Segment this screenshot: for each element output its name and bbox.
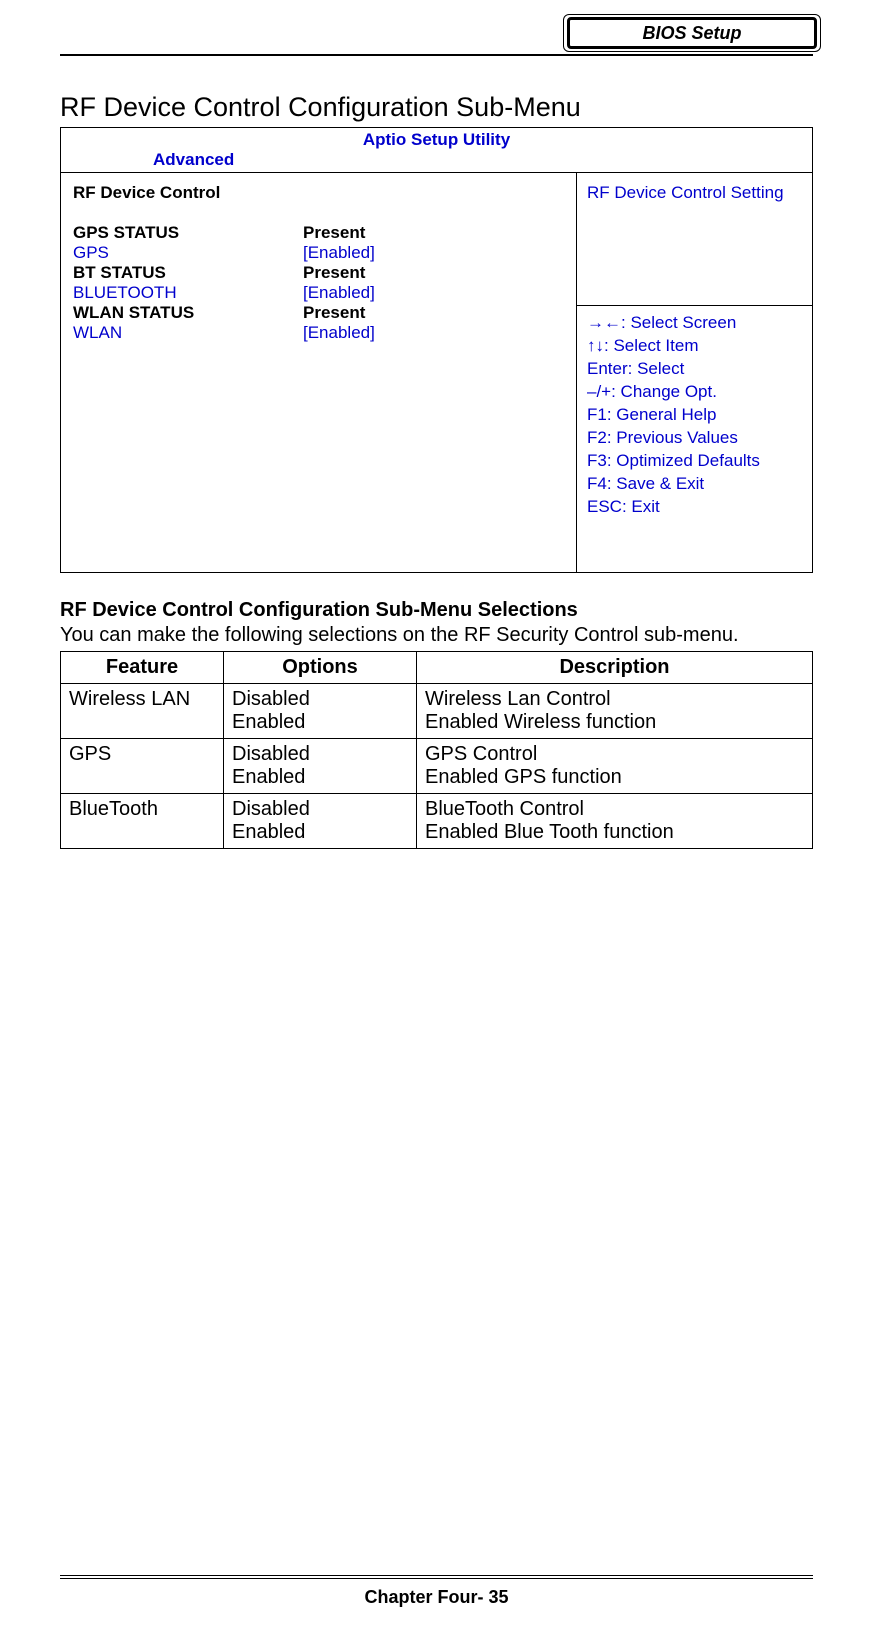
feature-cell: Wireless LAN: [61, 684, 224, 739]
table-row: BlueTooth Disabled Enabled BlueTooth Con…: [61, 794, 813, 849]
table-header-row: Feature Options Description: [61, 652, 813, 684]
description-item: BlueTooth Control: [425, 798, 804, 821]
bios-row-label[interactable]: BLUETOOTH: [73, 283, 303, 303]
key-hint: F3: Optimized Defaults: [587, 450, 802, 473]
description-item: Enabled GPS function: [425, 766, 804, 789]
chapter-badge: BIOS Setup: [563, 14, 821, 52]
bios-row-label: BT STATUS: [73, 263, 303, 283]
description-cell: Wireless Lan Control Enabled Wireless fu…: [417, 684, 813, 739]
page-bottom: Chapter Four- 35: [0, 1575, 873, 1608]
option-item: Disabled: [232, 688, 408, 711]
intro-text: You can make the following selections on…: [60, 624, 813, 647]
feature-cell: BlueTooth: [61, 794, 224, 849]
subsection-heading: RF Device Control Configuration Sub-Menu…: [60, 599, 813, 622]
option-item: Enabled: [232, 821, 408, 844]
page-footer: Chapter Four- 35: [0, 1587, 873, 1608]
options-cell: Disabled Enabled: [224, 794, 417, 849]
option-item: Disabled: [232, 743, 408, 766]
description-item: Wireless Lan Control: [425, 688, 804, 711]
key-hint: F4: Save & Exit: [587, 473, 802, 496]
description-item: GPS Control: [425, 743, 804, 766]
bios-row-label: GPS STATUS: [73, 223, 303, 243]
key-hint: F2: Previous Values: [587, 427, 802, 450]
bios-row-value[interactable]: [Enabled]: [303, 243, 375, 263]
table-header: Options: [224, 652, 417, 684]
table-row: Wireless LAN Disabled Enabled Wireless L…: [61, 684, 813, 739]
section-title: RF Device Control Configuration Sub-Menu: [60, 92, 813, 123]
bios-body: RF Device Control GPS STATUS Present GPS…: [61, 172, 812, 572]
bios-row-value: Present: [303, 303, 365, 323]
bios-row-label: WLAN STATUS: [73, 303, 303, 323]
description-item: Enabled Blue Tooth function: [425, 821, 804, 844]
bios-box: Aptio Setup Utility Advanced RF Device C…: [60, 127, 813, 573]
panel-heading: RF Device Control: [73, 183, 303, 203]
key-hint: →←: Select Screen: [587, 312, 802, 335]
bios-row-value: Present: [303, 223, 365, 243]
bios-keys: →←: Select Screen ↑↓: Select Item Enter:…: [577, 306, 812, 572]
top-rule: [60, 54, 813, 56]
bottom-rule: [60, 1575, 813, 1579]
bios-row-label[interactable]: GPS: [73, 243, 303, 263]
key-hint: –/+: Change Opt.: [587, 381, 802, 404]
feature-table: Feature Options Description Wireless LAN…: [60, 651, 813, 849]
bios-row-value[interactable]: [Enabled]: [303, 283, 375, 303]
bios-row-value[interactable]: [Enabled]: [303, 323, 375, 343]
table-header: Description: [417, 652, 813, 684]
table-header: Feature: [61, 652, 224, 684]
bios-row-value: Present: [303, 263, 365, 283]
bios-row-label[interactable]: WLAN: [73, 323, 303, 343]
key-hint: F1: General Help: [587, 404, 802, 427]
description-cell: GPS Control Enabled GPS function: [417, 739, 813, 794]
key-hint: ↑↓: Select Item: [587, 335, 802, 358]
key-hint: Enter: Select: [587, 358, 802, 381]
table-row: GPS Disabled Enabled GPS Control Enabled…: [61, 739, 813, 794]
bios-utility-title: Aptio Setup Utility: [61, 128, 812, 150]
option-item: Enabled: [232, 711, 408, 734]
bios-left-panel: RF Device Control GPS STATUS Present GPS…: [61, 173, 576, 572]
description-cell: BlueTooth Control Enabled Blue Tooth fun…: [417, 794, 813, 849]
chapter-badge-text: BIOS Setup: [567, 17, 817, 49]
bios-help-text: RF Device Control Setting: [577, 173, 812, 306]
key-hint: ESC: Exit: [587, 496, 802, 519]
option-item: Disabled: [232, 798, 408, 821]
bios-tab[interactable]: Advanced: [61, 150, 812, 172]
description-item: Enabled Wireless function: [425, 711, 804, 734]
options-cell: Disabled Enabled: [224, 684, 417, 739]
option-item: Enabled: [232, 766, 408, 789]
page: BIOS Setup RF Device Control Configurati…: [0, 0, 873, 1638]
bios-right-panel: RF Device Control Setting →←: Select Scr…: [576, 173, 812, 572]
options-cell: Disabled Enabled: [224, 739, 417, 794]
feature-cell: GPS: [61, 739, 224, 794]
